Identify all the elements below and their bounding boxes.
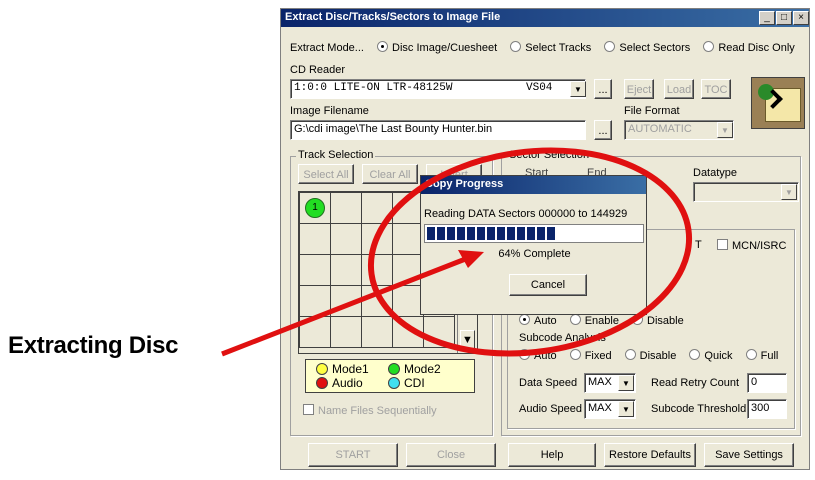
- callout-label: Extracting Disc: [8, 332, 179, 359]
- annotation-overlay: [221, 147, 693, 357]
- highlight-circle: [367, 147, 693, 357]
